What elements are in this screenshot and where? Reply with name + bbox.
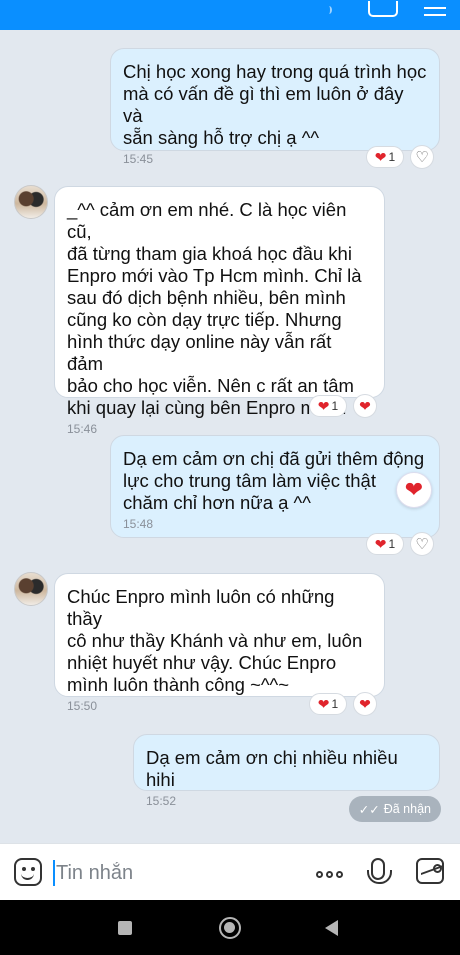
heart-icon: ❤ xyxy=(374,149,387,165)
message-bubble-incoming[interactable]: _^^ cảm ơn em nhé. C là học viên cũ, đã … xyxy=(54,186,385,436)
heart-icon: ❤ xyxy=(359,696,371,712)
message-text: Chúc Enpro mình luôn có những thầy cô nh… xyxy=(67,586,363,695)
microphone-icon[interactable] xyxy=(367,858,392,884)
reactions: ❤ 1 ❤ xyxy=(309,394,377,418)
reactions: ❤ 1 ♡ xyxy=(366,532,434,556)
reaction-count[interactable]: ❤ 1 xyxy=(309,693,347,715)
reaction-count-value: 1 xyxy=(388,150,396,164)
heart-react-button[interactable]: ❤ xyxy=(396,472,432,508)
heart-icon: ❤ xyxy=(317,696,330,712)
reactions: ❤ 1 ♡ xyxy=(366,145,434,169)
message-time: 15:46 xyxy=(67,422,98,436)
avatar[interactable] xyxy=(14,185,48,219)
menu-icon[interactable] xyxy=(424,2,446,16)
message-text: Dạ em cảm ơn chị nhiều nhiều hihi xyxy=(146,747,398,790)
message-bubble-outgoing[interactable]: Dạ em cảm ơn chị nhiều nhiều hihi 15:52 xyxy=(133,734,440,808)
back-button[interactable] xyxy=(325,920,338,936)
chat-header xyxy=(0,0,460,30)
reaction-count[interactable]: ❤ 1 xyxy=(366,146,404,168)
avatar[interactable] xyxy=(14,572,48,606)
heart-icon: ❤ xyxy=(374,536,387,552)
reaction-count[interactable]: ❤ 1 xyxy=(366,533,404,555)
header-fragment xyxy=(326,6,332,14)
home-button[interactable] xyxy=(219,917,241,939)
react-button[interactable]: ♡ xyxy=(410,532,434,556)
heart-icon: ❤ xyxy=(317,398,330,414)
emoji-icon[interactable] xyxy=(14,858,42,886)
composer xyxy=(0,843,460,900)
react-button[interactable]: ❤ xyxy=(353,692,377,716)
message-list[interactable]: Chị học xong hay trong quá trình học mà … xyxy=(0,30,460,843)
heart-outline-icon: ♡ xyxy=(415,535,429,553)
reaction-count[interactable]: ❤ 1 xyxy=(309,395,347,417)
text-caret xyxy=(53,860,55,886)
video-call-icon[interactable] xyxy=(368,1,398,17)
more-icon[interactable] xyxy=(316,871,343,878)
message-text: _^^ cảm ơn em nhé. C là học viên cũ, đã … xyxy=(67,199,362,418)
reaction-count-value: 1 xyxy=(331,697,339,711)
heart-icon: ❤ xyxy=(359,398,371,414)
message-text: Chị học xong hay trong quá trình học mà … xyxy=(123,61,427,148)
reactions: ❤ 1 ❤ xyxy=(309,692,377,716)
message-time: 15:48 xyxy=(123,517,154,531)
reaction-count-value: 1 xyxy=(331,399,339,413)
image-icon[interactable] xyxy=(416,858,444,884)
reaction-count-value: 1 xyxy=(388,537,396,551)
delivery-status-label: Đã nhận xyxy=(383,802,431,816)
message-bubble-incoming[interactable]: Chúc Enpro mình luôn có những thầy cô nh… xyxy=(54,573,385,713)
double-check-icon: ✓✓ xyxy=(358,802,380,817)
react-button[interactable]: ♡ xyxy=(410,145,434,169)
message-text: Dạ em cảm ơn chị đã gửi thêm động lực ch… xyxy=(123,448,425,513)
heart-outline-icon: ♡ xyxy=(415,148,429,166)
recent-apps-button[interactable] xyxy=(118,921,132,935)
message-bubble-outgoing[interactable]: Chị học xong hay trong quá trình học mà … xyxy=(110,48,440,166)
system-navigation-bar xyxy=(0,900,460,955)
message-bubble-outgoing[interactable]: Dạ em cảm ơn chị đã gửi thêm động lực ch… xyxy=(110,435,440,538)
react-button[interactable]: ❤ xyxy=(353,394,377,418)
message-input[interactable] xyxy=(56,860,296,886)
delivery-status: ✓✓ Đã nhận xyxy=(348,796,441,822)
